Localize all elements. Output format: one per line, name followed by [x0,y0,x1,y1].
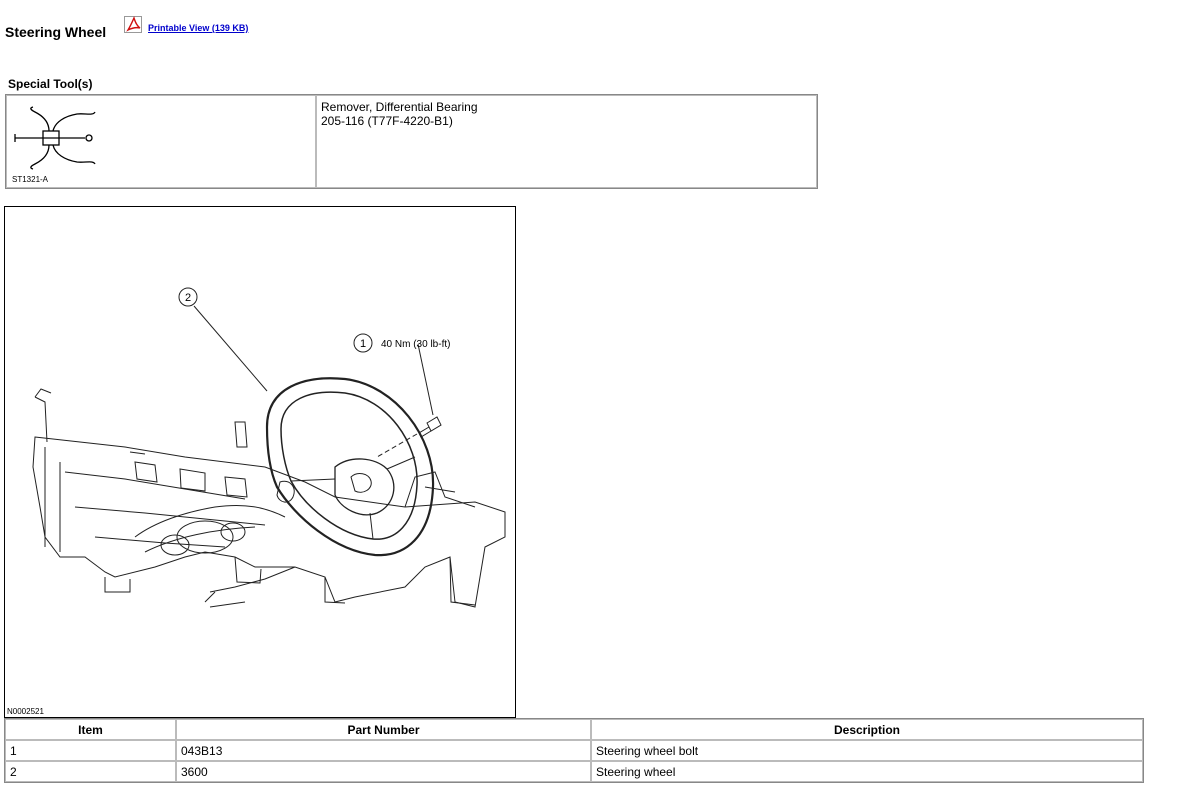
row-description: Steering wheel [591,761,1143,782]
tool-name: Remover, Differential Bearing [321,100,478,114]
column-header-part-number: Part Number [176,719,591,740]
special-tools-table: ST1321-A Remover, Differential Bearing 2… [5,94,818,189]
row-item: 1 [5,740,176,761]
table-row: 1 043B13 Steering wheel bolt [5,740,1143,761]
callout-2-number: 2 [185,292,191,304]
pdf-icon [124,16,142,33]
callout-1-torque: 40 Nm (30 lb-ft) [381,339,450,350]
parts-table-header: Item Part Number Description [5,719,1143,740]
printable-view-label: Printable View (139 KB) [148,23,249,33]
column-header-description: Description [591,719,1143,740]
row-part-number: 3600 [176,761,591,782]
row-item: 2 [5,761,176,782]
tool-number: 205-116 (T77F-4220-B1) [321,114,453,128]
tool-description-cell: Remover, Differential Bearing 205-116 (T… [316,95,817,188]
steering-wheel-figure: 2 1 40 Nm (30 lb-ft) N0002521 [4,206,516,718]
callout-1-number: 1 [360,338,366,350]
printable-view-link[interactable]: Printable View (139 KB) [124,16,248,34]
row-part-number: 043B13 [176,740,591,761]
table-row: 2 3600 Steering wheel [5,761,1143,782]
tool-image-code: ST1321-A [12,175,49,184]
special-tools-heading: Special Tool(s) [8,77,93,91]
parts-table: Item Part Number Description 1 043B13 St… [4,718,1144,783]
page-title: Steering Wheel [5,24,107,40]
tool-puller-illustration [14,106,96,170]
row-description: Steering wheel bolt [591,740,1143,761]
figure-code: N0002521 [7,707,44,716]
column-header-item: Item [5,719,176,740]
steering-wheel-illustration: 2 1 40 Nm (30 lb-ft) [32,287,506,608]
tool-row: ST1321-A Remover, Differential Bearing 2… [6,95,817,188]
tool-image-cell: ST1321-A [6,95,316,188]
